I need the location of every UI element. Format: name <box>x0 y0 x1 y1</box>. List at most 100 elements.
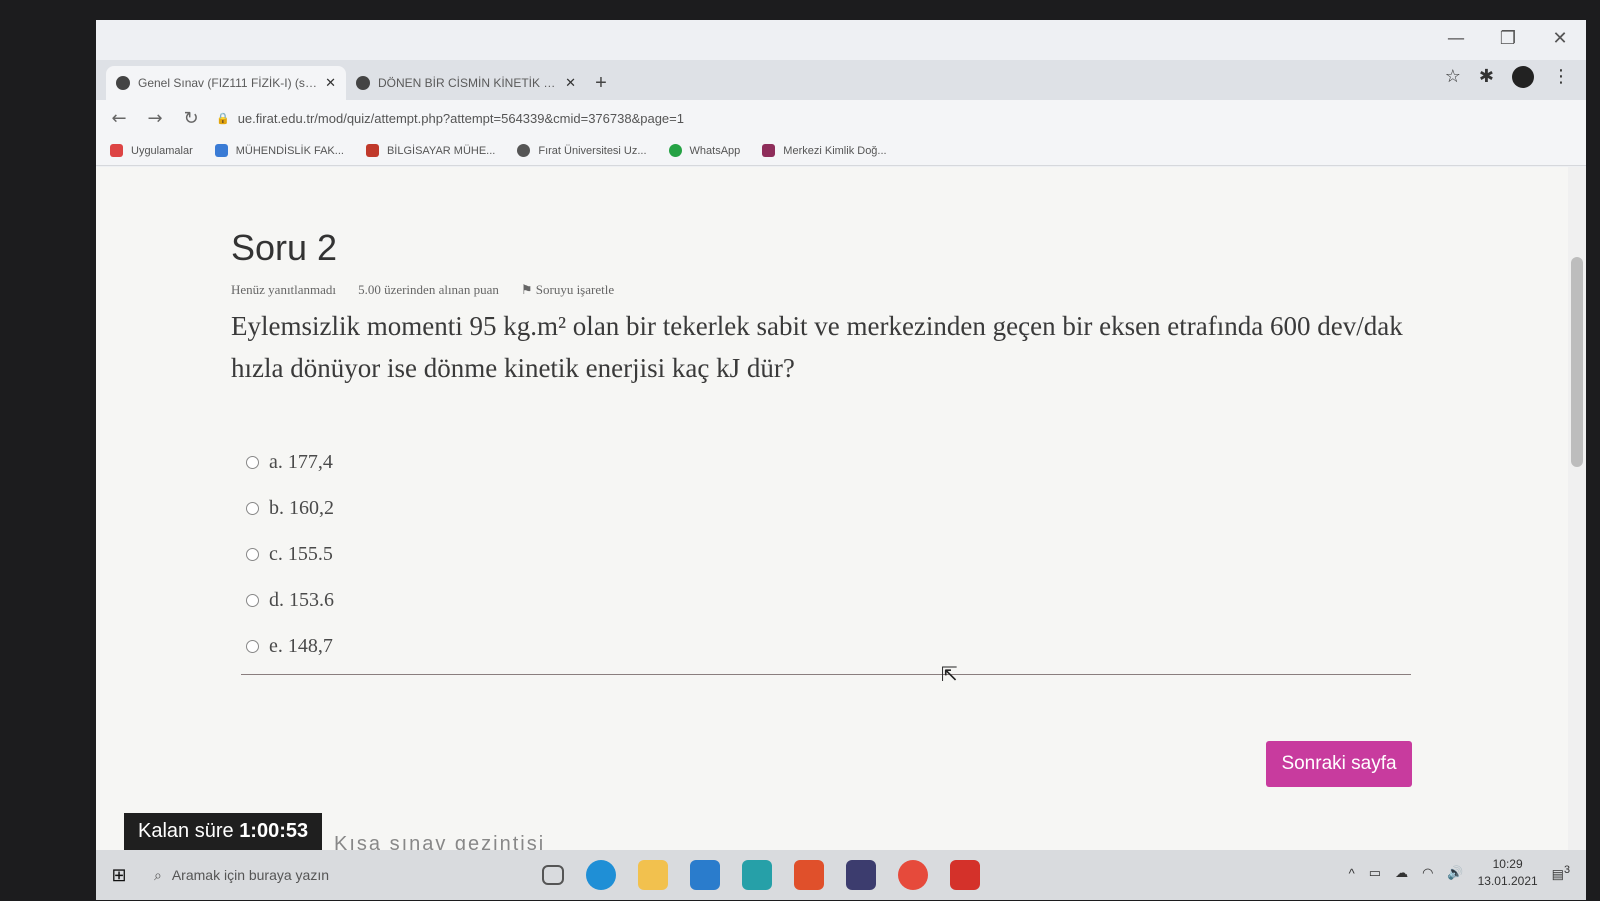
radio-button[interactable] <box>246 455 259 469</box>
drive-icon <box>214 144 228 157</box>
tab-kinetic[interactable]: DÖNEN BİR CİSMİN KİNETİK ENE ✕ <box>346 66 586 100</box>
search-placeholder: Aramak için buraya yazın <box>171 867 330 883</box>
pinned-apps <box>542 860 980 890</box>
menu-kebab-icon[interactable]: ⋮ <box>1552 66 1570 88</box>
timer-label: Kalan süre <box>138 820 234 842</box>
url-text: ue.firat.edu.tr/mod/quiz/attempt.php?att… <box>237 110 684 126</box>
store-icon[interactable] <box>846 860 876 890</box>
volume-icon[interactable]: 🔊 <box>1447 865 1463 881</box>
bookmark-site-icon <box>365 144 379 157</box>
task-view-icon[interactable] <box>542 865 564 885</box>
bookmark-label: BİLGİSAYAR MÜHE... <box>386 144 496 157</box>
acrobat-icon[interactable] <box>950 860 980 890</box>
question-points: 5.00 üzerinden alınan puan <box>358 282 499 297</box>
answer-option-a[interactable]: a. 177,4 <box>246 439 334 485</box>
flag-label: Soruyu işaretle <box>535 282 615 297</box>
scrollbar-thumb[interactable] <box>1571 257 1583 467</box>
radio-button[interactable] <box>246 593 259 607</box>
divider <box>241 674 1411 675</box>
taskbar-search[interactable]: ⌕ Aramak için buraya yazın <box>142 857 502 893</box>
next-page-button[interactable]: Sonraki sayfa <box>1266 741 1412 787</box>
scrollbar[interactable] <box>1568 167 1586 850</box>
bookmark-bilgisayar[interactable]: BİLGİSAYAR MÜHE... <box>365 144 496 157</box>
answer-option-c[interactable]: c. 155.5 <box>246 531 334 577</box>
mouse-cursor-icon: ⇱ <box>941 662 958 686</box>
address-bar[interactable]: 🔒 ue.firat.edu.tr/mod/quiz/attempt.php?a… <box>216 104 1446 132</box>
notification-center-icon[interactable]: ▤3 <box>1552 864 1570 882</box>
restore-button[interactable]: ❐ <box>1482 20 1534 56</box>
lenovo-app-icon[interactable] <box>742 860 772 890</box>
question-title: Soru 2 <box>231 227 338 268</box>
reload-icon[interactable]: ↻ <box>180 108 202 129</box>
flag-question-link[interactable]: ⚑ Soruyu işaretle <box>521 282 614 298</box>
browser-actions: ☆ ✱ ⋮ <box>1445 66 1570 88</box>
battery-icon[interactable]: ▭ <box>1369 865 1381 881</box>
close-tab-icon[interactable]: ✕ <box>325 76 336 91</box>
notification-count: 3 <box>1563 863 1570 876</box>
wifi-icon[interactable]: ◠ <box>1422 865 1433 881</box>
back-arrow-icon[interactable]: ← <box>108 108 130 129</box>
apps-grid-icon <box>110 144 123 157</box>
clock[interactable]: 10:29 13.01.2021 <box>1478 856 1538 890</box>
bookmark-apps[interactable]: Uygulamalar <box>110 144 193 157</box>
edge-icon[interactable] <box>586 860 616 890</box>
profile-avatar-icon[interactable] <box>1512 66 1534 88</box>
answer-label: b. 160,2 <box>269 496 334 519</box>
answer-label: a. 177,4 <box>269 450 333 473</box>
file-explorer-icon[interactable] <box>638 860 668 890</box>
answer-option-d[interactable]: d. 153.6 <box>246 577 334 623</box>
tab-title: DÖNEN BİR CİSMİN KİNETİK ENE <box>378 76 558 90</box>
window-controls: — ❐ ✕ <box>1430 20 1586 60</box>
extensions-icon[interactable]: ✱ <box>1479 66 1494 88</box>
star-icon[interactable]: ☆ <box>1445 66 1461 88</box>
time-left-timer: Kalan süre 1:00:53 <box>124 813 323 850</box>
desktop-screen: — ❐ ✕ Genel Sınav (FIZ111 FİZİK-I) (say … <box>96 20 1586 900</box>
lock-icon[interactable]: 🔒 <box>216 112 230 125</box>
taskbar: ⊞ ⌕ Aramak için buraya yazın ^ ▭ ☁ ◠ 🔊 1… <box>96 850 1586 900</box>
close-tab-icon[interactable]: ✕ <box>565 76 576 91</box>
bookmark-muhendislik[interactable]: MÜHENDİSLİK FAK... <box>214 144 344 157</box>
university-icon <box>517 144 531 157</box>
windows-start-icon[interactable]: ⊞ <box>96 850 142 900</box>
bookmark-label: WhatsApp <box>689 144 741 157</box>
whatsapp-icon <box>668 144 682 157</box>
question-status: Henüz yanıtlanmadı <box>231 282 337 297</box>
system-tray: ^ ▭ ☁ ◠ 🔊 10:29 13.01.2021 ▤3 <box>1349 856 1570 890</box>
close-window-button[interactable]: ✕ <box>1534 20 1586 56</box>
browser-toolbar: ← → ↻ 🔒 ue.firat.edu.tr/mod/quiz/attempt… <box>96 100 1586 136</box>
answer-option-e[interactable]: e. 148,7 <box>246 623 334 669</box>
answer-label: c. 155.5 <box>269 542 333 565</box>
question-text: Eylemsizlik momenti 95 kg.m² olan bir te… <box>231 311 1403 383</box>
flag-icon: ⚑ <box>520 282 536 297</box>
bookmark-label: Fırat Üniversitesi Uz... <box>538 144 647 157</box>
radio-button[interactable] <box>246 501 259 515</box>
clock-date: 13.01.2021 <box>1477 874 1538 888</box>
kimlik-icon <box>762 144 776 157</box>
search-icon: ⌕ <box>154 866 162 883</box>
moodle-favicon-icon <box>116 76 130 90</box>
minimize-button[interactable]: — <box>1430 20 1482 56</box>
bookmark-label: Uygulamalar <box>131 144 193 157</box>
bookmarks-bar: Uygulamalar MÜHENDİSLİK FAK... BİLGİSAYA… <box>96 136 1586 166</box>
globe-favicon-icon <box>356 76 370 90</box>
radio-button[interactable] <box>246 547 259 561</box>
office-icon[interactable] <box>794 860 824 890</box>
answer-list: a. 177,4 b. 160,2 c. 155.5 d. 153.6 e. 1… <box>246 439 334 669</box>
bookmark-kimlik[interactable]: Merkezi Kimlik Doğ... <box>762 144 887 157</box>
answer-label: e. 148,7 <box>269 634 333 657</box>
radio-button[interactable] <box>246 639 259 653</box>
bookmark-label: MÜHENDİSLİK FAK... <box>235 144 344 157</box>
answer-option-b[interactable]: b. 160,2 <box>246 485 334 531</box>
quiz-page: Soru 2 Henüz yanıtlanmadı 5.00 üzerinden… <box>96 167 1568 855</box>
onedrive-cloud-icon[interactable]: ☁ <box>1395 865 1408 881</box>
bookmark-whatsapp[interactable]: WhatsApp <box>668 144 741 157</box>
forward-arrow-icon[interactable]: → <box>144 108 166 129</box>
mail-icon[interactable] <box>690 860 720 890</box>
tab-strip: Genel Sınav (FIZ111 FİZİK-I) (say ✕ DÖNE… <box>96 60 1586 100</box>
bookmark-firat[interactable]: Fırat Üniversitesi Uz... <box>517 144 647 157</box>
new-tab-button[interactable]: + <box>586 66 616 100</box>
chevron-up-icon[interactable]: ^ <box>1349 866 1355 881</box>
chrome-icon[interactable] <box>898 860 928 890</box>
tab-quiz[interactable]: Genel Sınav (FIZ111 FİZİK-I) (say ✕ <box>106 66 346 100</box>
clock-time: 10:29 <box>1492 857 1523 871</box>
